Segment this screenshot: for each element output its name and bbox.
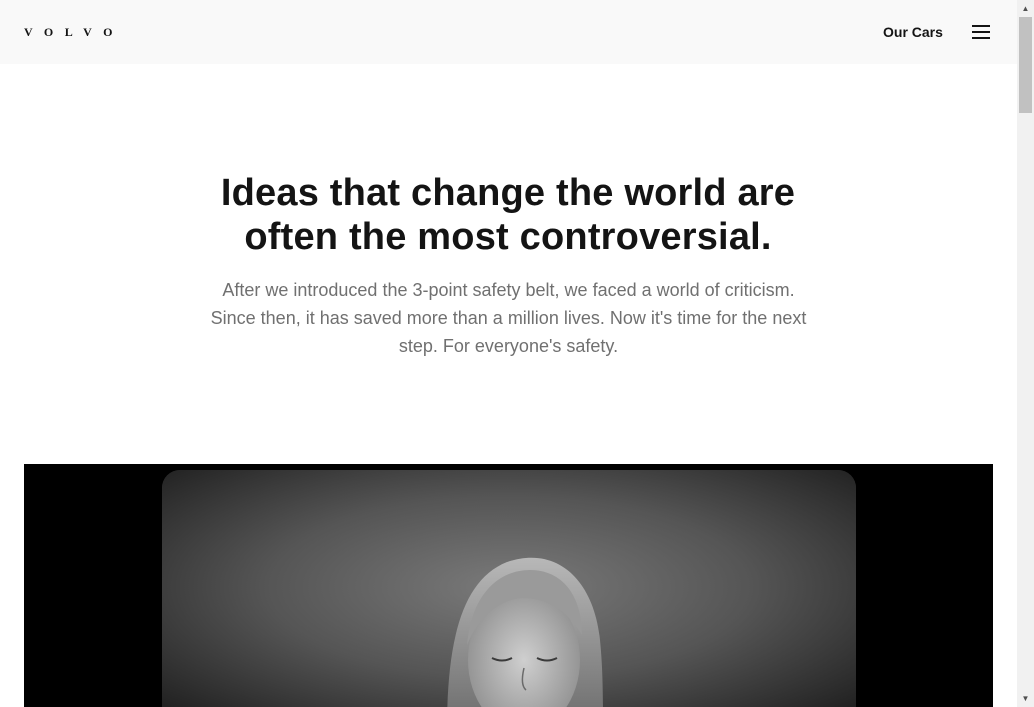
hero-title-line-1: Ideas that change the world are <box>220 172 796 214</box>
menu-button[interactable] <box>970 23 992 41</box>
vertical-scrollbar[interactable]: ▲ ▼ <box>1017 0 1034 707</box>
hero-media <box>24 464 993 707</box>
nav-link-our-cars[interactable]: Our Cars <box>883 24 943 41</box>
page: VOLVO Our Cars Ideas that change the wor… <box>0 0 1017 707</box>
girl-portrait-graphic <box>162 470 856 707</box>
scroll-up-arrow-icon[interactable]: ▲ <box>1017 0 1034 17</box>
site-header: VOLVO Our Cars <box>0 0 1017 64</box>
hero-title-line-2: often the most controversial. <box>244 216 772 258</box>
scroll-thumb[interactable] <box>1019 17 1032 113</box>
scroll-down-arrow-icon[interactable]: ▼ <box>1017 690 1034 707</box>
hero-description: After we introduced the 3-point safety b… <box>210 280 807 356</box>
girl-portrait-image <box>162 470 856 707</box>
volvo-logo[interactable]: VOLVO <box>24 25 124 39</box>
hero-title: Ideas that change the world are often th… <box>158 171 858 259</box>
